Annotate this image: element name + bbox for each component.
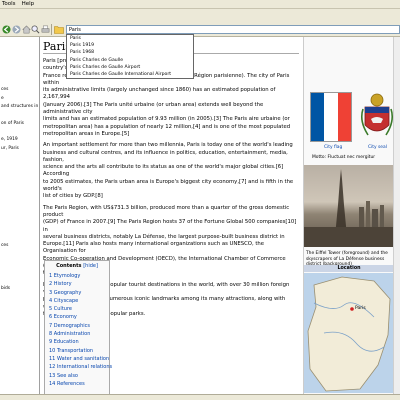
menu-bar: Tools Help — [0, 0, 400, 9]
text-line: (January 2006).[3] The Paris unité urbai… — [43, 101, 264, 116]
sidebar-pane: ces e and structures in on of Paris e, 1… — [0, 37, 40, 394]
back-icon[interactable] — [1, 23, 11, 35]
toc-item[interactable]: 1 Etymology — [49, 272, 105, 280]
toc-title: Contents [hide] — [49, 263, 105, 269]
toc-item[interactable]: 14 References — [49, 380, 105, 388]
flag-caption[interactable]: City flag — [324, 145, 342, 151]
text-line: metropolitan area) has a population of n… — [43, 123, 291, 130]
sidebar-item[interactable]: ces — [1, 87, 8, 93]
toc-item[interactable]: 11 Water and sanitation — [49, 355, 109, 363]
text-line: its administrative limits (largely uncha… — [43, 87, 276, 101]
suggestion-item[interactable]: Paris 1968 — [67, 49, 193, 56]
table-of-contents: Contents [hide] 1 Etymology 2 History 3 … — [44, 260, 112, 400]
menu-tools[interactable]: Tools — [2, 1, 16, 7]
status-bar — [0, 394, 400, 400]
text-line: several business districts, notably La D… — [43, 233, 285, 240]
menu-help[interactable]: Help — [22, 1, 35, 7]
text-line: metropolitan areas in Europe.[5] — [43, 130, 130, 137]
search-suggestions: Paris Paris 1919 Paris 1968 Paris Charle… — [66, 34, 194, 80]
sidebar-item[interactable]: ur, Paris — [1, 146, 19, 152]
location-map[interactable]: Paris — [304, 273, 394, 393]
toc-item[interactable]: 6 Economy — [49, 313, 105, 321]
infobox: City flag City seal Motto: Fluctuat nec … — [303, 37, 400, 394]
toc-item[interactable]: 9 Education — [49, 338, 105, 346]
city-flag-image[interactable] — [310, 92, 352, 142]
text-line: to 2005 estimates, the Paris urban area … — [43, 178, 294, 193]
text-line: Europe.[11] Paris also hosts many intern… — [43, 241, 265, 255]
suggestion-item[interactable]: Paris Charles de Gaulle International Ai… — [67, 71, 193, 78]
search-input[interactable] — [66, 25, 400, 34]
eiffel-tower-photo[interactable] — [304, 165, 394, 247]
toc-item[interactable]: 2 History — [49, 280, 105, 288]
zoom-in-icon[interactable] — [30, 23, 40, 35]
vertical-scrollbar[interactable] — [393, 37, 400, 394]
text-line: (GDP) of France in 2007.[9] The Paris Re… — [43, 219, 297, 233]
sidebar-item[interactable]: ces — [1, 243, 8, 249]
text-line: limits and has an estimated population o… — [43, 116, 290, 123]
sidebar-item[interactable]: bids — [1, 286, 10, 292]
map-city-label: Paris — [355, 306, 366, 311]
text-line: An important settlement for more than tw… — [43, 142, 293, 149]
open-folder-icon[interactable] — [54, 23, 64, 35]
toc-item[interactable]: 8 Administration — [49, 330, 105, 338]
toc-item[interactable]: 12 International relations — [49, 363, 112, 371]
suggestion-item[interactable]: Paris — [67, 35, 193, 43]
suggestion-item[interactable]: Paris Charles de Gaulle Airport — [67, 64, 193, 71]
text-line: business and cultural centres, and its i… — [43, 149, 288, 163]
text-line: science and the arts all contribute to i… — [43, 164, 284, 178]
sidebar-item[interactable]: on of Paris — [1, 121, 24, 127]
toc-item[interactable]: 13 See also — [49, 372, 105, 380]
sidebar-item[interactable]: and structures in — [1, 104, 38, 110]
city-seal-image[interactable] — [360, 91, 394, 143]
toc-item[interactable]: 10 Transportation — [49, 347, 105, 355]
toc-hide-link[interactable]: [hide] — [83, 263, 98, 269]
article-paragraph: An important settlement for more than tw… — [43, 142, 299, 200]
motto-text: Motto: Fluctuat nec mergitur — [312, 155, 376, 160]
location-header: Location — [304, 265, 394, 272]
toc-item[interactable]: 5 Culture — [49, 305, 105, 313]
toc-item[interactable]: 7 Demographics — [49, 322, 105, 330]
toc-item[interactable]: 3 Geography — [49, 289, 105, 297]
toolbar-separator — [51, 24, 52, 35]
suggestion-item[interactable]: Paris Charles de Gaulle — [67, 57, 193, 64]
sidebar-item[interactable]: e, 1919 — [1, 137, 18, 143]
print-icon[interactable] — [40, 23, 50, 35]
text-line: The Paris Region, with US$731.3 billion,… — [43, 204, 290, 218]
seal-caption[interactable]: City seal — [368, 145, 387, 151]
suggestion-item[interactable]: Paris 1919 — [67, 42, 193, 49]
sidebar-item[interactable]: e — [1, 96, 4, 102]
toc-heading: Contents — [56, 263, 82, 269]
forward-icon[interactable] — [11, 23, 21, 35]
toc-item[interactable]: 4 Cityscape — [49, 297, 105, 305]
text-line: list of cities by GDP.[8] — [43, 193, 103, 200]
